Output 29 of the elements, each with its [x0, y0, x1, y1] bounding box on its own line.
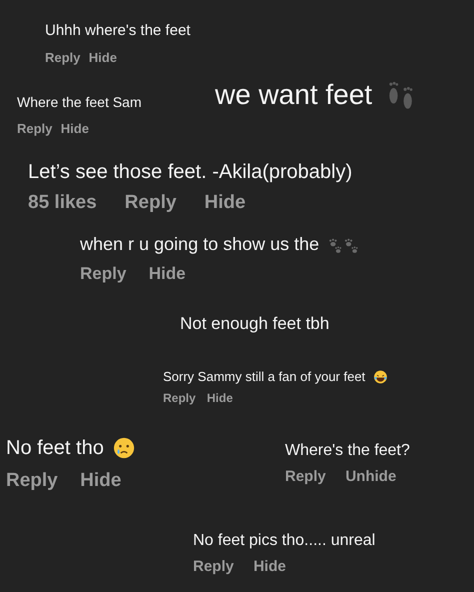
- comment-text: Sorry Sammy still a fan of your feet: [163, 369, 366, 385]
- action-link[interactable]: Reply: [6, 470, 58, 493]
- action-link[interactable]: Reply: [285, 468, 326, 486]
- action-link[interactable]: Hide: [60, 120, 89, 136]
- action-link[interactable]: Reply: [80, 264, 126, 284]
- action-link[interactable]: Hide: [206, 390, 233, 405]
- action-link[interactable]: Hide: [253, 558, 286, 576]
- comment-text: Where's the feet?: [285, 441, 410, 460]
- action-link[interactable]: Hide: [80, 470, 122, 493]
- laughing-face-icon: [373, 370, 388, 384]
- comment-text: Let’s see those feet. -Akila(probably): [28, 160, 352, 184]
- action-link[interactable]: Hide: [204, 192, 246, 215]
- action-link[interactable]: 85 likes: [28, 192, 97, 215]
- comment-text: No feet pics tho..... unreal: [193, 531, 376, 550]
- comment-text: Where the feet Sam: [17, 94, 142, 111]
- action-link[interactable]: Reply: [124, 192, 176, 215]
- action-link[interactable]: Reply: [45, 50, 80, 66]
- comment-text: No feet tho: [6, 436, 104, 460]
- comment-text: Uhhh where's the feet: [45, 22, 190, 40]
- action-link[interactable]: Reply: [193, 558, 234, 576]
- action-link[interactable]: Reply: [17, 120, 52, 136]
- action-link[interactable]: Hide: [88, 50, 117, 66]
- crying-face-icon: [112, 437, 136, 459]
- action-link[interactable]: Hide: [148, 264, 186, 284]
- comment-text: when r u going to show us the: [80, 234, 320, 256]
- action-link[interactable]: Reply: [163, 390, 196, 405]
- comment-text: Not enough feet tbh: [180, 314, 330, 334]
- comment-text: we want feet: [215, 78, 372, 112]
- action-link[interactable]: Unhide: [345, 468, 396, 486]
